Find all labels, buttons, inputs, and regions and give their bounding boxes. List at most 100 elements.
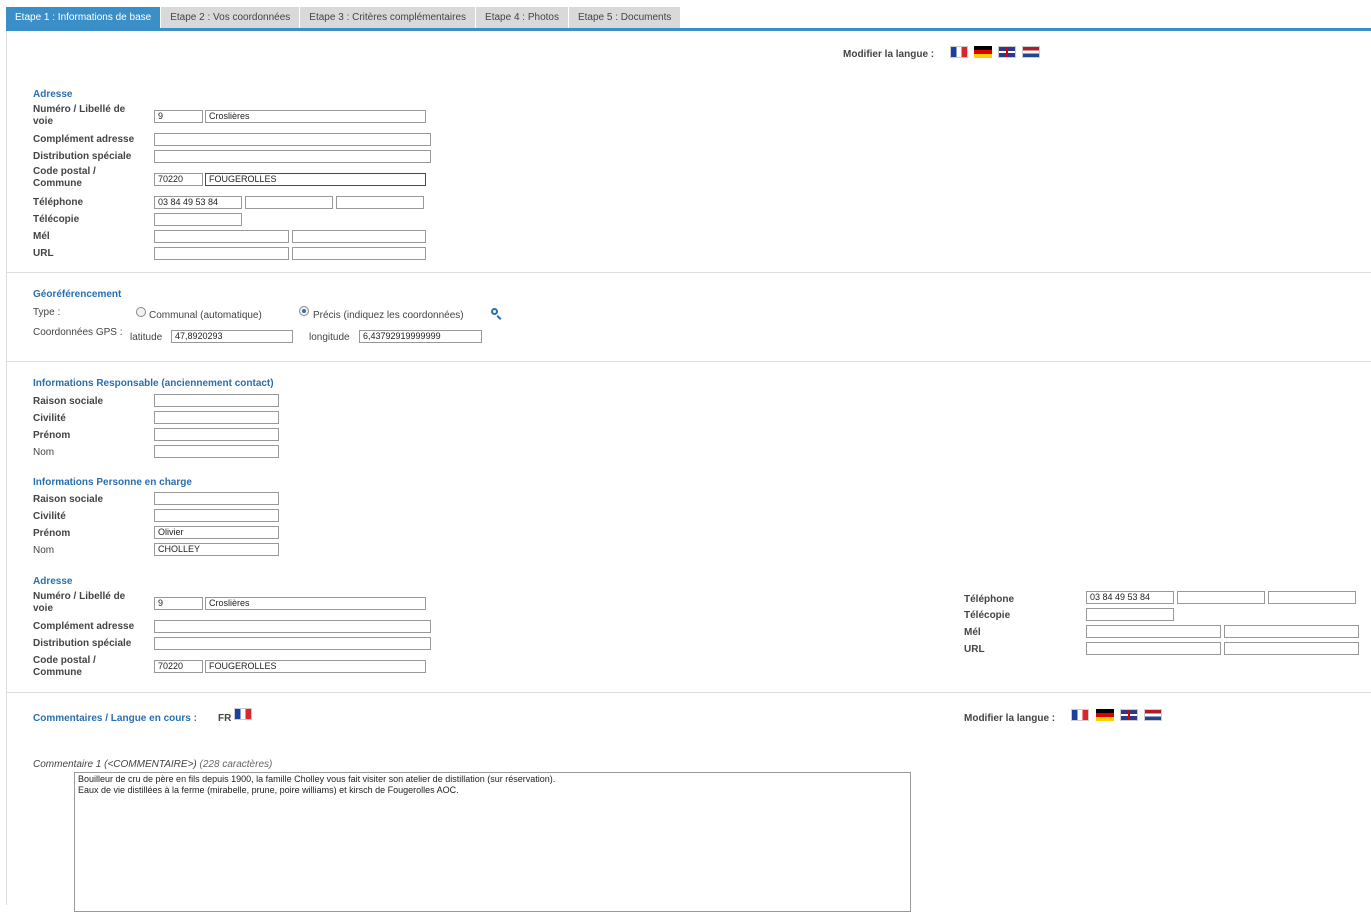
postal-code-input[interactable]: 70220 xyxy=(154,173,203,186)
email-input-2[interactable] xyxy=(292,230,426,243)
label-complement: Complément adresse xyxy=(33,134,135,145)
label-prenom: Prénom xyxy=(33,430,71,441)
fax-input[interactable] xyxy=(154,213,242,226)
label-nom: Nom xyxy=(33,545,55,556)
label-civilite: Civilité xyxy=(33,511,66,522)
resp-nom-input[interactable] xyxy=(154,445,279,458)
charge-raison-input[interactable] xyxy=(154,492,279,505)
phone-input-r3[interactable] xyxy=(1268,591,1356,604)
label-mel: Mél xyxy=(33,231,50,242)
fr-flag-icon xyxy=(234,708,252,720)
longitude-input[interactable]: 6,43792919999999 xyxy=(359,330,482,343)
phone-input-2[interactable] xyxy=(245,196,333,209)
fr-flag-icon[interactable] xyxy=(1071,709,1089,721)
divider xyxy=(6,692,1371,693)
resp-prenom-input[interactable] xyxy=(154,428,279,441)
modify-language-label: Modifier la langue : xyxy=(843,49,935,60)
comment-1-title: Commentaire 1 (<COMMENTAIRE>) xyxy=(33,759,197,770)
label-distribution: Distribution spéciale xyxy=(33,638,132,649)
tab-underline xyxy=(6,28,1371,31)
gb-flag-icon[interactable] xyxy=(998,46,1016,58)
gb-flag-icon[interactable] xyxy=(1120,709,1138,721)
label-distribution: Distribution spéciale xyxy=(33,151,132,162)
commune-input-2[interactable]: FOUGEROLLES xyxy=(205,660,426,673)
email-input-r1[interactable] xyxy=(1086,625,1221,638)
url-input-2[interactable] xyxy=(292,247,426,260)
step-tabs: Etape 1 : Informations de base Etape 2 :… xyxy=(6,7,682,28)
tab-etape-4[interactable]: Etape 4 : Photos xyxy=(476,7,569,28)
resp-raison-input[interactable] xyxy=(154,394,279,407)
nl-flag-icon[interactable] xyxy=(1022,46,1040,58)
de-flag-icon[interactable] xyxy=(1096,709,1114,721)
phone-input-r2[interactable] xyxy=(1177,591,1265,604)
tab-etape-1[interactable]: Etape 1 : Informations de base xyxy=(6,7,162,28)
complement-input[interactable] xyxy=(154,133,431,146)
modify-language-label: Modifier la langue : xyxy=(964,713,1056,724)
latitude-label: latitude xyxy=(130,332,163,343)
street-number-input[interactable]: 9 xyxy=(154,110,203,123)
geo-title: Géoréférencement xyxy=(33,289,122,300)
divider xyxy=(6,272,1371,273)
geo-type-label: Type : xyxy=(33,307,61,318)
label-num-voie: Numéro / Libellé de voie xyxy=(33,104,126,127)
label-url: URL xyxy=(33,248,54,259)
phone-input-3[interactable] xyxy=(336,196,424,209)
charge-nom-input[interactable]: CHOLLEY xyxy=(154,543,279,556)
street-number-input-2[interactable]: 9 xyxy=(154,597,203,610)
search-icon[interactable] xyxy=(491,308,498,315)
label-num-voie: Numéro / Libellé de voie xyxy=(33,591,126,614)
distribution-input[interactable] xyxy=(154,150,431,163)
complement-input-2[interactable] xyxy=(154,620,431,633)
tab-etape-2[interactable]: Etape 2 : Vos coordonnées xyxy=(161,7,301,28)
radio-precis-label: Précis (indiquez les coordonnées) xyxy=(313,310,464,321)
email-input-1[interactable] xyxy=(154,230,289,243)
label-cp-commune: Code postal / Commune xyxy=(33,655,96,678)
comment-1-label: Commentaire 1 (<COMMENTAIRE>) (228 carac… xyxy=(33,759,272,770)
label-prenom: Prénom xyxy=(33,528,71,539)
nl-flag-icon[interactable] xyxy=(1144,709,1162,721)
url-input-r2[interactable] xyxy=(1224,642,1359,655)
url-input-r1[interactable] xyxy=(1086,642,1221,655)
street-name-input-2[interactable]: Croslières xyxy=(205,597,426,610)
responsable-title: Informations Responsable (anciennement c… xyxy=(33,378,274,389)
postal-code-input-2[interactable]: 70220 xyxy=(154,660,203,673)
radio-communal-label: Communal (automatique) xyxy=(149,310,262,321)
left-border xyxy=(6,31,7,905)
comments-label: Commentaires / Langue en cours : xyxy=(33,713,197,724)
gps-label: Coordonnées GPS : xyxy=(33,327,123,338)
fr-flag-icon[interactable] xyxy=(950,46,968,58)
radio-communal[interactable] xyxy=(136,307,146,317)
label-url: URL xyxy=(964,644,985,655)
charge-title: Informations Personne en charge xyxy=(33,477,192,488)
phone-input-r1[interactable]: 03 84 49 53 84 xyxy=(1086,591,1174,604)
charge-prenom-input[interactable]: Olivier xyxy=(154,526,279,539)
phone-input-1[interactable]: 03 84 49 53 84 xyxy=(154,196,242,209)
email-input-r2[interactable] xyxy=(1224,625,1359,638)
radio-precis[interactable] xyxy=(299,306,309,316)
commune-input[interactable]: FOUGEROLLES xyxy=(205,173,426,186)
label-nom: Nom xyxy=(33,447,55,458)
label-telephone: Téléphone xyxy=(33,197,84,208)
fax-input-r[interactable] xyxy=(1086,608,1174,621)
url-input-1[interactable] xyxy=(154,247,289,260)
comment-1-textarea[interactable]: Bouilleur de cru de père en fils depuis … xyxy=(74,772,911,912)
resp-civilite-input[interactable] xyxy=(154,411,279,424)
current-lang-code: FR xyxy=(218,713,232,724)
address-title: Adresse xyxy=(33,89,73,100)
charge-civilite-input[interactable] xyxy=(154,509,279,522)
label-telephone: Téléphone xyxy=(964,594,1015,605)
distribution-input-2[interactable] xyxy=(154,637,431,650)
label-telecopie: Télécopie xyxy=(964,610,1011,621)
latitude-input[interactable]: 47,8920293 xyxy=(171,330,293,343)
address-2-title: Adresse xyxy=(33,576,73,587)
label-cp-commune: Code postal / Commune xyxy=(33,166,96,189)
tab-etape-5[interactable]: Etape 5 : Documents xyxy=(568,7,682,28)
de-flag-icon[interactable] xyxy=(974,46,992,58)
longitude-label: longitude xyxy=(309,332,350,343)
label-civilite: Civilité xyxy=(33,413,66,424)
label-telecopie: Télécopie xyxy=(33,214,80,225)
street-name-input[interactable]: Croslières xyxy=(205,110,426,123)
tab-etape-3[interactable]: Etape 3 : Critères complémentaires xyxy=(300,7,477,28)
label-raison-sociale: Raison sociale xyxy=(33,396,104,407)
label-mel: Mél xyxy=(964,627,981,638)
